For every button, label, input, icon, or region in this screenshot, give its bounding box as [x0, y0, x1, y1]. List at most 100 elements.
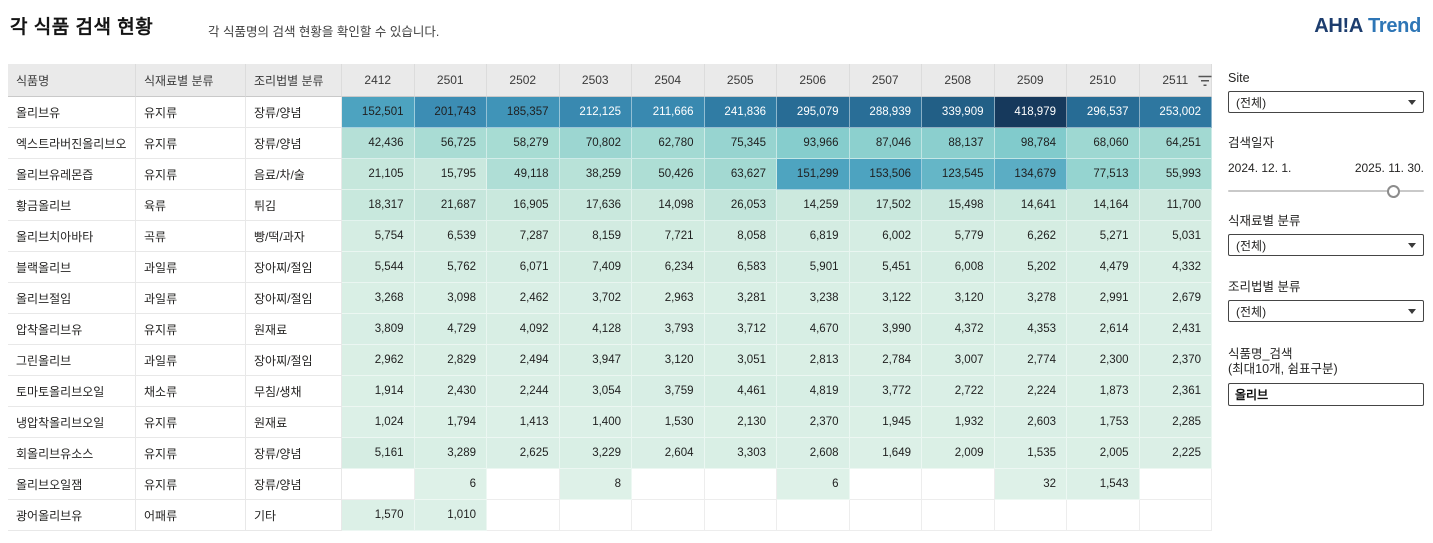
value-cell[interactable]: 212,125	[560, 97, 633, 128]
ingredient-cell[interactable]: 어패류	[136, 500, 246, 531]
value-cell[interactable]: 3,712	[705, 314, 778, 345]
value-cell[interactable]: 1,413	[487, 407, 560, 438]
value-cell[interactable]: 5,202	[995, 252, 1068, 283]
value-cell[interactable]: 4,819	[777, 376, 850, 407]
value-cell[interactable]: 6,539	[415, 221, 488, 252]
month-column-header[interactable]: 2506	[777, 64, 850, 97]
ingredient-cell[interactable]: 유지류	[136, 438, 246, 469]
value-cell[interactable]: 2,225	[1140, 438, 1213, 469]
value-cell[interactable]: 2,722	[922, 376, 995, 407]
value-cell[interactable]: 68,060	[1067, 128, 1140, 159]
value-cell[interactable]	[560, 500, 633, 531]
food-name-search-input[interactable]	[1228, 383, 1424, 406]
value-cell[interactable]: 2,130	[705, 407, 778, 438]
value-cell[interactable]: 2,991	[1067, 283, 1140, 314]
method-cell[interactable]: 장류/양념	[246, 469, 342, 500]
value-cell[interactable]: 4,332	[1140, 252, 1213, 283]
value-cell[interactable]: 151,299	[777, 159, 850, 190]
month-column-header[interactable]: 2510	[1067, 64, 1140, 97]
food-name-cell[interactable]: 올리브치아바타	[8, 221, 136, 252]
value-cell[interactable]	[1067, 500, 1140, 531]
value-cell[interactable]: 2,625	[487, 438, 560, 469]
month-column-header[interactable]: 2509	[995, 64, 1068, 97]
date-start-label[interactable]: 2024. 12. 1.	[1228, 161, 1291, 175]
value-cell[interactable]: 1,753	[1067, 407, 1140, 438]
value-cell[interactable]: 75,345	[705, 128, 778, 159]
method-cell[interactable]: 원재료	[246, 314, 342, 345]
value-cell[interactable]: 4,372	[922, 314, 995, 345]
value-cell[interactable]: 6,002	[850, 221, 923, 252]
value-cell[interactable]: 6,819	[777, 221, 850, 252]
value-cell[interactable]: 123,545	[922, 159, 995, 190]
method-cell[interactable]: 장류/양념	[246, 438, 342, 469]
value-cell[interactable]: 93,966	[777, 128, 850, 159]
value-cell[interactable]	[487, 469, 560, 500]
value-cell[interactable]: 50,426	[632, 159, 705, 190]
value-cell[interactable]: 16,905	[487, 190, 560, 221]
value-cell[interactable]: 14,098	[632, 190, 705, 221]
value-cell[interactable]: 1,914	[342, 376, 415, 407]
value-cell[interactable]: 56,725	[415, 128, 488, 159]
value-cell[interactable]: 2,224	[995, 376, 1068, 407]
value-cell[interactable]	[922, 469, 995, 500]
value-cell[interactable]: 3,281	[705, 283, 778, 314]
food-name-cell[interactable]: 올리브절임	[8, 283, 136, 314]
ingredient-cell[interactable]: 유지류	[136, 97, 246, 128]
value-cell[interactable]	[1140, 500, 1213, 531]
value-cell[interactable]: 2,774	[995, 345, 1068, 376]
value-cell[interactable]: 98,784	[995, 128, 1068, 159]
column-header[interactable]: 조리법별 분류	[246, 64, 342, 97]
value-cell[interactable]: 3,229	[560, 438, 633, 469]
value-cell[interactable]: 153,506	[850, 159, 923, 190]
food-name-cell[interactable]: 토마토올리브오일	[8, 376, 136, 407]
value-cell[interactable]: 15,795	[415, 159, 488, 190]
value-cell[interactable]	[705, 500, 778, 531]
value-cell[interactable]: 288,939	[850, 97, 923, 128]
value-cell[interactable]: 2,494	[487, 345, 560, 376]
value-cell[interactable]: 58,279	[487, 128, 560, 159]
value-cell[interactable]: 295,079	[777, 97, 850, 128]
value-cell[interactable]: 4,353	[995, 314, 1068, 345]
value-cell[interactable]: 6,583	[705, 252, 778, 283]
ingredient-cell[interactable]: 과일류	[136, 283, 246, 314]
method-dropdown[interactable]: (전체)	[1228, 300, 1424, 322]
value-cell[interactable]: 64,251	[1140, 128, 1213, 159]
date-slider-handle[interactable]	[1387, 185, 1400, 198]
value-cell[interactable]: 152,501	[342, 97, 415, 128]
ingredient-cell[interactable]: 과일류	[136, 345, 246, 376]
ingredient-cell[interactable]: 유지류	[136, 314, 246, 345]
value-cell[interactable]: 21,105	[342, 159, 415, 190]
value-cell[interactable]: 14,641	[995, 190, 1068, 221]
value-cell[interactable]: 5,544	[342, 252, 415, 283]
value-cell[interactable]: 3,793	[632, 314, 705, 345]
value-cell[interactable]: 1,873	[1067, 376, 1140, 407]
method-cell[interactable]: 장류/양념	[246, 97, 342, 128]
value-cell[interactable]: 3,278	[995, 283, 1068, 314]
food-name-cell[interactable]: 황금올리브	[8, 190, 136, 221]
value-cell[interactable]: 3,120	[922, 283, 995, 314]
ingredient-cell[interactable]: 유지류	[136, 159, 246, 190]
value-cell[interactable]: 3,238	[777, 283, 850, 314]
food-name-cell[interactable]: 냉압착올리브오일	[8, 407, 136, 438]
value-cell[interactable]: 32	[995, 469, 1068, 500]
value-cell[interactable]	[995, 500, 1068, 531]
value-cell[interactable]: 2,614	[1067, 314, 1140, 345]
value-cell[interactable]	[705, 469, 778, 500]
month-column-header[interactable]: 2502	[487, 64, 560, 97]
ingredient-cell[interactable]: 유지류	[136, 128, 246, 159]
method-cell[interactable]: 빵/떡/과자	[246, 221, 342, 252]
value-cell[interactable]: 5,161	[342, 438, 415, 469]
site-dropdown[interactable]: (전체)	[1228, 91, 1424, 113]
value-cell[interactable]: 1,530	[632, 407, 705, 438]
value-cell[interactable]: 14,164	[1067, 190, 1140, 221]
value-cell[interactable]: 2,604	[632, 438, 705, 469]
value-cell[interactable]	[777, 500, 850, 531]
value-cell[interactable]: 2,962	[342, 345, 415, 376]
value-cell[interactable]: 17,502	[850, 190, 923, 221]
ingredient-cell[interactable]: 유지류	[136, 469, 246, 500]
value-cell[interactable]: 5,031	[1140, 221, 1213, 252]
value-cell[interactable]: 77,513	[1067, 159, 1140, 190]
value-cell[interactable]: 2,009	[922, 438, 995, 469]
value-cell[interactable]: 2,603	[995, 407, 1068, 438]
value-cell[interactable]: 201,743	[415, 97, 488, 128]
